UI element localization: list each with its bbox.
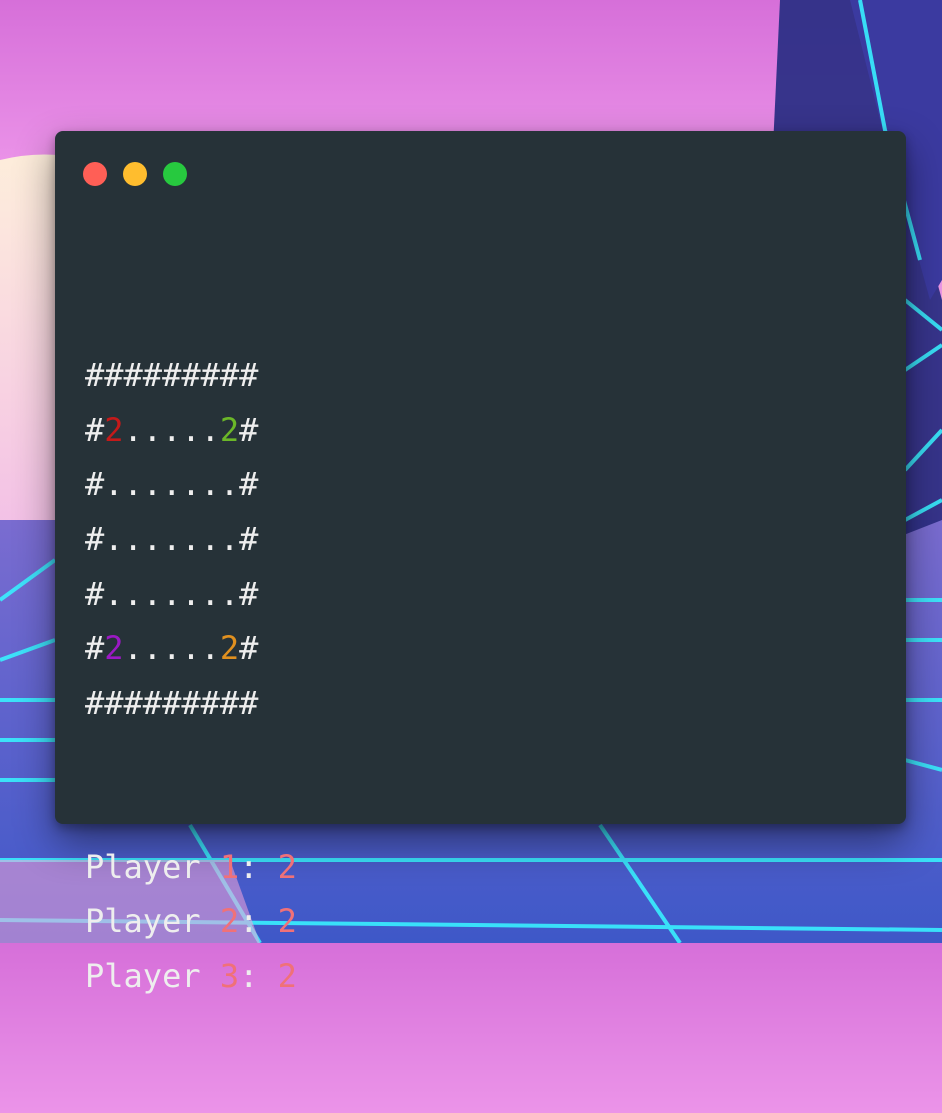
score-separator: :: [239, 956, 278, 995]
wall-cell: #: [162, 356, 182, 395]
empty-cell: .: [123, 465, 143, 504]
empty-cell: .: [162, 465, 182, 504]
score-value: 2: [277, 956, 297, 995]
empty-cell: .: [123, 410, 143, 449]
board-row: #.......#: [85, 512, 297, 567]
empty-cell: .: [200, 574, 220, 613]
maximize-button[interactable]: [163, 162, 187, 186]
empty-cell: .: [123, 519, 143, 558]
wall-cell: #: [219, 356, 240, 395]
empty-cell: .: [181, 519, 201, 558]
empty-cell: .: [181, 465, 201, 504]
empty-cell: .: [142, 410, 163, 449]
wall-cell: #: [239, 519, 259, 558]
empty-cell: .: [181, 574, 201, 613]
terminal-window: ######### #2.....2# #.......# #.......# #...…: [55, 131, 906, 995]
terminal-output: ######### #2.....2# #.......# #.......# #...…: [85, 239, 297, 1113]
wall-cell: #: [239, 465, 259, 504]
score-label: Player: [85, 956, 220, 995]
score-separator: :: [239, 902, 278, 941]
close-button[interactable]: [83, 162, 107, 186]
score-label: Player: [85, 847, 220, 886]
empty-cell: .: [162, 629, 182, 668]
empty-cell: .: [200, 410, 220, 449]
wall-cell: #: [123, 356, 143, 395]
empty-cell: .: [104, 519, 124, 558]
empty-cell: .: [104, 465, 124, 504]
wall-cell: #: [239, 574, 259, 613]
empty-cell: .: [142, 574, 163, 613]
player-cell: 2: [104, 410, 124, 449]
wall-cell: #: [85, 465, 105, 504]
wall-cell: #: [181, 683, 201, 722]
wall-cell: #: [104, 356, 124, 395]
empty-cell: .: [142, 465, 163, 504]
empty-cell: .: [219, 465, 240, 504]
wall-cell: #: [219, 683, 240, 722]
player-number: 3: [219, 956, 240, 995]
wall-cell: #: [239, 356, 259, 395]
score-line: Player 1: 2: [85, 840, 297, 895]
board-row: #.......#: [85, 567, 297, 622]
wall-cell: #: [123, 683, 143, 722]
empty-cell: .: [142, 629, 163, 668]
wall-cell: #: [85, 410, 105, 449]
player-number: 1: [219, 847, 240, 886]
wall-cell: #: [239, 683, 259, 722]
wall-cell: #: [85, 356, 105, 395]
wall-cell: #: [85, 629, 105, 668]
wall-cell: #: [104, 683, 124, 722]
wall-cell: #: [181, 356, 201, 395]
player-cell: 2: [219, 629, 240, 668]
game-board: ######### #2.....2# #.......# #.......# #...…: [85, 348, 297, 730]
wall-cell: #: [239, 410, 259, 449]
score-value: 2: [277, 902, 297, 941]
score-separator: :: [239, 847, 278, 886]
score-label: Player: [85, 902, 220, 941]
wall-cell: #: [142, 356, 163, 395]
empty-cell: .: [181, 410, 201, 449]
empty-cell: .: [200, 465, 220, 504]
score-value: 2: [277, 847, 297, 886]
empty-cell: .: [219, 574, 240, 613]
player-cell: 2: [104, 629, 124, 668]
wall-cell: #: [85, 519, 105, 558]
board-row: #########: [85, 676, 297, 731]
empty-cell: .: [200, 519, 220, 558]
empty-cell: .: [142, 519, 163, 558]
wall-cell: #: [162, 683, 182, 722]
player-number: 2: [219, 902, 240, 941]
wall-cell: #: [85, 574, 105, 613]
wall-cell: #: [85, 683, 105, 722]
wall-cell: #: [142, 683, 163, 722]
board-row: #2.....2#: [85, 621, 297, 676]
empty-cell: .: [104, 574, 124, 613]
board-row: #2.....2#: [85, 403, 297, 458]
empty-cell: .: [123, 574, 143, 613]
empty-cell: .: [123, 629, 143, 668]
window-controls: [83, 162, 187, 186]
empty-cell: .: [162, 574, 182, 613]
empty-cell: .: [162, 519, 182, 558]
wall-cell: #: [200, 683, 220, 722]
empty-cell: .: [162, 410, 182, 449]
empty-cell: .: [181, 629, 201, 668]
board-row: #.......#: [85, 457, 297, 512]
score-line: Player 2: 2: [85, 894, 297, 949]
minimize-button[interactable]: [123, 162, 147, 186]
wall-cell: #: [239, 629, 259, 668]
wall-cell: #: [200, 356, 220, 395]
score-line: Player 3: 2: [85, 949, 297, 1004]
empty-cell: .: [219, 519, 240, 558]
empty-cell: .: [200, 629, 220, 668]
player-cell: 2: [219, 410, 240, 449]
score-list: Player 1: 2 Player 2: 2 Player 3: 2: [85, 840, 297, 1004]
board-row: #########: [85, 348, 297, 403]
